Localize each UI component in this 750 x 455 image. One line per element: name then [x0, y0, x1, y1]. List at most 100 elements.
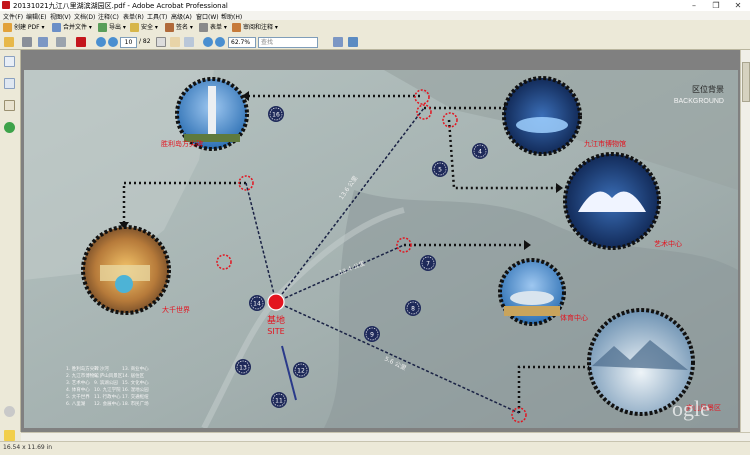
- stadium-shape: [510, 291, 554, 305]
- svg-text:16: 16: [272, 112, 280, 119]
- sign-button[interactable]: 签名 ▾: [165, 22, 193, 33]
- marker-8[interactable]: 8: [405, 300, 421, 316]
- photo-art-center: [563, 152, 661, 250]
- menu-bar: 文件(F) 编辑(E) 视图(V) 文档(D) 注释(C) 表单(R) 工具(T…: [0, 11, 750, 21]
- legend-item: 13. 商业中心: [122, 365, 149, 372]
- label-park: 大千世界: [162, 305, 190, 314]
- photo-park: [81, 225, 171, 315]
- legend-item: 6. 八里湖: [66, 400, 86, 407]
- hand-tool-icon[interactable]: [170, 37, 180, 47]
- close-button[interactable]: ✕: [728, 0, 748, 11]
- save-icon[interactable]: [38, 37, 48, 47]
- next-page-icon[interactable]: [108, 37, 118, 47]
- legend-item: 11. 行政中心: [94, 393, 121, 400]
- fit-page-icon[interactable]: [333, 37, 343, 47]
- email-icon[interactable]: [56, 37, 66, 47]
- marker-4[interactable]: 4: [472, 143, 488, 159]
- marker-13[interactable]: 13: [235, 359, 251, 375]
- svg-text:13: 13: [239, 365, 247, 372]
- zoom-tool-icon[interactable]: [184, 37, 194, 47]
- photo-obelisk: [175, 77, 249, 151]
- print-icon[interactable]: [22, 37, 32, 47]
- legend-item: 10. 九江学院: [94, 386, 121, 393]
- comments-icon[interactable]: [4, 430, 15, 441]
- attachments-icon[interactable]: [4, 406, 15, 417]
- label-museum: 九江市博物馆: [584, 139, 626, 148]
- forms-button[interactable]: 表单 ▾: [199, 22, 227, 33]
- legend-item: 4. 体育中心: [66, 386, 90, 393]
- site-dot: [267, 293, 285, 311]
- open-icon[interactable]: [4, 37, 14, 47]
- watermark-text: ogle: [672, 396, 710, 421]
- legend-item: 16. 湿地公园: [122, 386, 149, 393]
- create-pdf-icon: [3, 23, 12, 32]
- site-label: 基地: [267, 314, 285, 326]
- svg-text:9: 9: [370, 332, 374, 339]
- svg-text:14: 14: [253, 301, 261, 308]
- pen-icon: [165, 23, 174, 32]
- marker-12[interactable]: 12: [293, 362, 309, 378]
- svg-text:4: 4: [478, 149, 482, 156]
- page-total: / 82: [139, 38, 151, 45]
- marker-9[interactable]: 9: [364, 326, 380, 342]
- legend-item: 5. 大千世界: [66, 393, 90, 400]
- scrollbar-thumb[interactable]: [742, 62, 750, 102]
- select-tool-icon[interactable]: [156, 37, 166, 47]
- help-icon[interactable]: [4, 122, 15, 133]
- label-sports: 体育中心: [560, 313, 588, 322]
- legend-item: 14. 居住区: [122, 372, 145, 379]
- export-icon: [98, 23, 107, 32]
- page-size-readout: 16.54 x 11.69 in: [3, 444, 53, 451]
- map-header-sub: BACKGROUND: [674, 98, 724, 105]
- vertical-scrollbar[interactable]: [740, 50, 750, 432]
- signatures-icon[interactable]: [4, 100, 15, 111]
- label-obelisk: 胜利岛方尖碑: [161, 139, 203, 148]
- combine-files-button[interactable]: 合并文件 ▾: [52, 22, 92, 33]
- find-input[interactable]: 查找: [258, 37, 318, 48]
- lock-icon: [130, 23, 139, 32]
- review-button[interactable]: 审阅和注释 ▾: [232, 22, 278, 33]
- marker-5[interactable]: 5: [432, 161, 448, 177]
- legend-item: 12. 会展中心: [94, 400, 121, 407]
- secure-button[interactable]: 安全 ▾: [130, 22, 158, 33]
- legend-item: 18. 市民广场: [122, 400, 149, 407]
- location-map: 区位背景 BACKGROUND 13.6 公里 13.4 公里 5.6 公里 1…: [24, 70, 738, 430]
- minimize-button[interactable]: –: [684, 0, 704, 11]
- bookmarks-icon[interactable]: [4, 78, 15, 89]
- acrobat-app-icon: [2, 1, 10, 9]
- ground: [504, 306, 560, 316]
- review-icon: [232, 23, 241, 32]
- acrobat-icon[interactable]: [76, 37, 86, 47]
- status-bar: 16.54 x 11.69 in: [0, 441, 750, 455]
- marker-11[interactable]: 11: [271, 392, 287, 408]
- label-art-center: 艺术中心: [654, 239, 682, 248]
- map-header: 区位背景: [692, 84, 724, 94]
- marker-16[interactable]: 16: [268, 106, 284, 122]
- marker-14[interactable]: 14: [249, 295, 265, 311]
- legend-item: 8. 庐山风景区: [94, 372, 123, 379]
- create-pdf-button[interactable]: 创建 PDF ▾: [3, 22, 45, 33]
- photo-museum: [502, 76, 582, 156]
- page-number-input[interactable]: 10: [120, 37, 137, 48]
- task-toolbar: 创建 PDF ▾ 合并文件 ▾ 导出 ▾ 安全 ▾ 签名 ▾ 表单 ▾ 审阅和注…: [0, 20, 750, 36]
- zoom-in-icon[interactable]: [215, 37, 225, 47]
- previous-page-icon[interactable]: [96, 37, 106, 47]
- fullscreen-icon[interactable]: [348, 37, 358, 47]
- window-title: 20131021九江八里湖滨湖园区.pdf - Adobe Acrobat Pr…: [13, 2, 228, 10]
- museum-building: [516, 117, 568, 133]
- combine-icon: [52, 23, 61, 32]
- pages-icon[interactable]: [4, 56, 15, 67]
- legend-item: 9. 滨湖公园: [94, 379, 118, 386]
- horizontal-scrollbar[interactable]: [21, 432, 750, 441]
- export-button[interactable]: 导出 ▾: [98, 22, 126, 33]
- zoom-level-select[interactable]: 62.7%: [228, 37, 256, 48]
- svg-text:8: 8: [411, 306, 415, 313]
- svg-text:5: 5: [438, 167, 442, 174]
- zoom-out-icon[interactable]: [203, 37, 213, 47]
- marker-7[interactable]: 7: [420, 255, 436, 271]
- restore-button[interactable]: ❐: [706, 0, 726, 11]
- navigation-panel: [0, 50, 21, 441]
- legend-item: 17. 交通枢纽: [122, 393, 149, 400]
- park-pool: [115, 275, 133, 293]
- site-sublabel: SITE: [267, 327, 284, 336]
